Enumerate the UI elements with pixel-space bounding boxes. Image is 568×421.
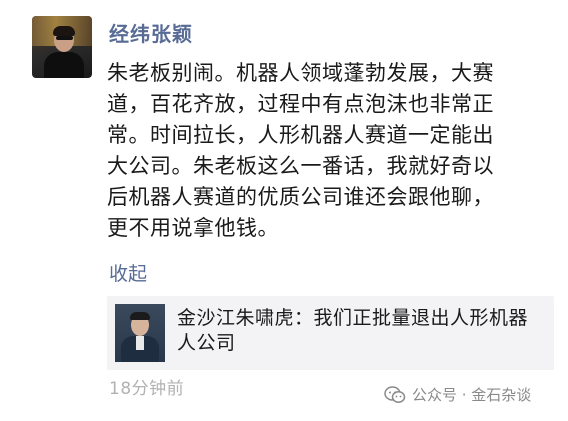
collapse-link[interactable]: 收起	[109, 260, 147, 288]
shared-title-line: 人公司	[177, 332, 236, 354]
post-text: 朱老板别闹。机器人领域蓬勃发展，大赛 道，百花齐放，过程中有点泡沫也非常正 常。…	[107, 58, 557, 244]
avatar-figure-glasses	[56, 36, 73, 40]
shared-title-line: 金沙江朱啸虎：我们正批量退出人形机器	[177, 307, 529, 329]
post-text-line: 道，百花齐放，过程中有点泡沫也非常正	[107, 92, 494, 116]
author-name[interactable]: 经纬张颖	[109, 20, 193, 48]
wechat-official-account-icon	[384, 386, 406, 403]
post-text-line: 大公司。朱老板这么一番话，我就好奇以	[107, 154, 494, 178]
post-text-line: 朱老板别闹。机器人领域蓬勃发展，大赛	[107, 61, 494, 85]
thumbnail-figure-hair	[130, 312, 150, 320]
watermark-text: 公众号 · 金石杂谈	[412, 386, 532, 404]
avatar-figure-hair	[53, 26, 75, 36]
shared-article-card[interactable]: 金沙江朱啸虎：我们正批量退出人形机器 人公司	[107, 296, 554, 370]
shared-article-title: 金沙江朱啸虎：我们正批量退出人形机器 人公司	[177, 306, 547, 356]
watermark: 公众号 · 金石杂谈	[384, 384, 531, 406]
post-text-line: 更不用说拿他钱。	[107, 216, 279, 240]
shared-article-thumbnail	[115, 304, 165, 362]
avatar-figure-body	[44, 52, 84, 78]
post-text-line: 常。时间拉长，人形机器人赛道一定能出	[107, 123, 494, 147]
post-text-line: 后机器人赛道的优质公司谁还会跟他聊，	[107, 185, 494, 209]
thumbnail-figure-collar	[136, 336, 144, 350]
author-avatar[interactable]	[32, 16, 92, 78]
moments-post: 经纬张颖 朱老板别闹。机器人领域蓬勃发展，大赛 道，百花齐放，过程中有点泡沫也非…	[0, 0, 568, 421]
post-timestamp: 18分钟前	[109, 379, 185, 399]
